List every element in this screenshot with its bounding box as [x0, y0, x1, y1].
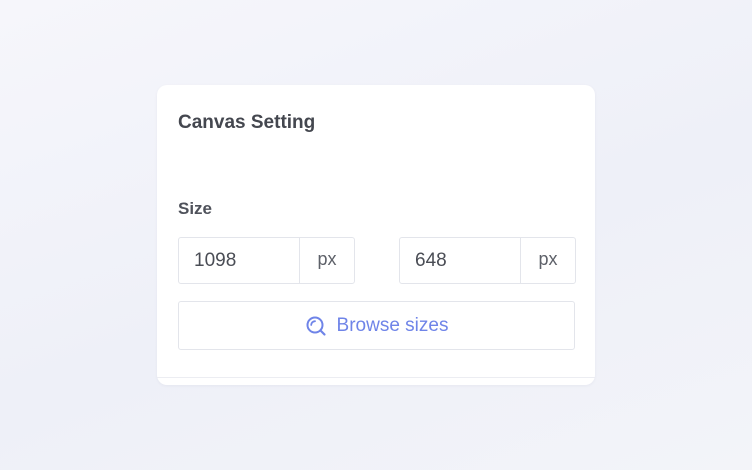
height-unit: px — [520, 238, 575, 283]
width-input[interactable] — [179, 238, 299, 283]
browse-sizes-label: Browse sizes — [336, 314, 449, 336]
canvas-setting-panel: Canvas Setting Size px px Browse sizes — [157, 85, 595, 385]
search-icon — [305, 315, 327, 337]
height-input[interactable] — [400, 238, 520, 283]
width-unit: px — [299, 238, 354, 283]
height-field: px — [399, 237, 576, 284]
panel-divider — [157, 377, 595, 378]
browse-sizes-button[interactable]: Browse sizes — [178, 301, 575, 350]
width-field: px — [178, 237, 355, 284]
size-label: Size — [178, 199, 213, 218]
panel-title: Canvas Setting — [178, 112, 316, 133]
